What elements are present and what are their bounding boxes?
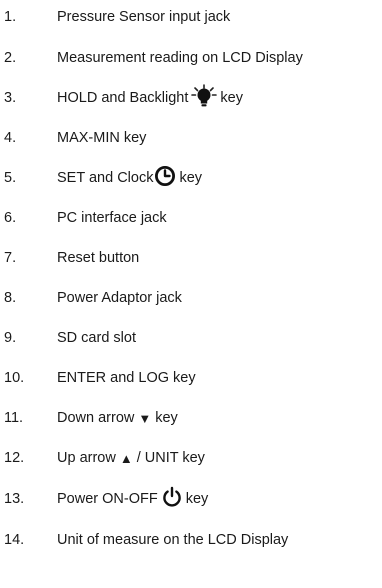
list-item: 7. Reset button [0,243,382,273]
up-arrow-icon: ▲ [119,450,133,466]
item-number: 10. [4,369,25,386]
item-number: 14. [4,531,25,548]
item-label: Measurement reading on LCD Display [57,49,303,66]
item-label: HOLD and Backlight key [57,84,243,112]
list-item: 3. HOLD and Backlight key [0,83,382,113]
list-item: 8. Power Adaptor jack [0,283,382,313]
item-number: 5. [4,169,17,186]
item-number: 4. [4,129,17,146]
item-label: PC interface jack [57,209,167,226]
clock-icon [154,165,176,191]
item-number: 11. [4,409,24,426]
item-label: MAX-MIN key [57,129,147,146]
item-number: 3. [4,89,17,106]
item-label: Up arrow ▲ / UNIT key [57,451,205,466]
item-label: SD card slot [57,329,136,346]
lightbulb-icon [191,84,218,112]
item-number: 12. [4,449,25,466]
item-label-pre: Power ON-OFF [57,490,158,507]
item-label: Power ON-OFF key [57,486,208,512]
item-label: Reset button [57,249,140,266]
item-label: Power Adaptor jack [57,289,182,306]
item-label-pre: HOLD and Backlight [57,89,189,106]
item-label: ENTER and LOG key [57,369,196,386]
item-label-pre: Up arrow [57,449,116,466]
item-label-post: key [185,490,209,507]
list-item: 9. SD card slot [0,323,382,353]
item-label-post: key [220,89,243,106]
item-number: 2. [4,49,17,66]
item-label-post: key [155,409,178,426]
item-label-post: key [179,169,203,186]
item-number: 1. [4,8,17,25]
item-number: 7. [4,249,17,266]
list-item: 11. Down arrow ▼ key [0,403,382,433]
list-item: 2. Measurement reading on LCD Display [0,43,382,73]
item-number: 8. [4,289,17,306]
item-label: Down arrow ▼ key [57,411,178,426]
item-label: Unit of measure on the LCD Display [57,531,289,548]
list-item: 14. Unit of measure on the LCD Display [0,525,382,555]
down-arrow-icon: ▼ [138,410,152,426]
list-item: 12. Up arrow ▲ / UNIT key [0,443,382,473]
item-number: 13. [4,490,25,507]
item-label-pre: Down arrow [57,409,135,426]
list-item: 13. Power ON-OFF key [0,484,382,514]
list-item: 1. Pressure Sensor input jack [0,2,382,32]
list-item: 4. MAX-MIN key [0,123,382,153]
item-label: SET and Clock key [57,165,202,191]
item-label: Pressure Sensor input jack [57,8,231,25]
list-item: 10. ENTER and LOG key [0,363,382,393]
power-icon [161,486,183,512]
item-label-post: / UNIT key [136,449,205,466]
list-item: 6. PC interface jack [0,203,382,233]
list-item: 5. SET and Clock key [0,163,382,193]
item-number: 9. [4,329,17,346]
legend-list: 1. Pressure Sensor input jack 2. Measure… [0,0,382,588]
item-number: 6. [4,209,17,226]
item-label-pre: SET and Clock [57,169,154,186]
